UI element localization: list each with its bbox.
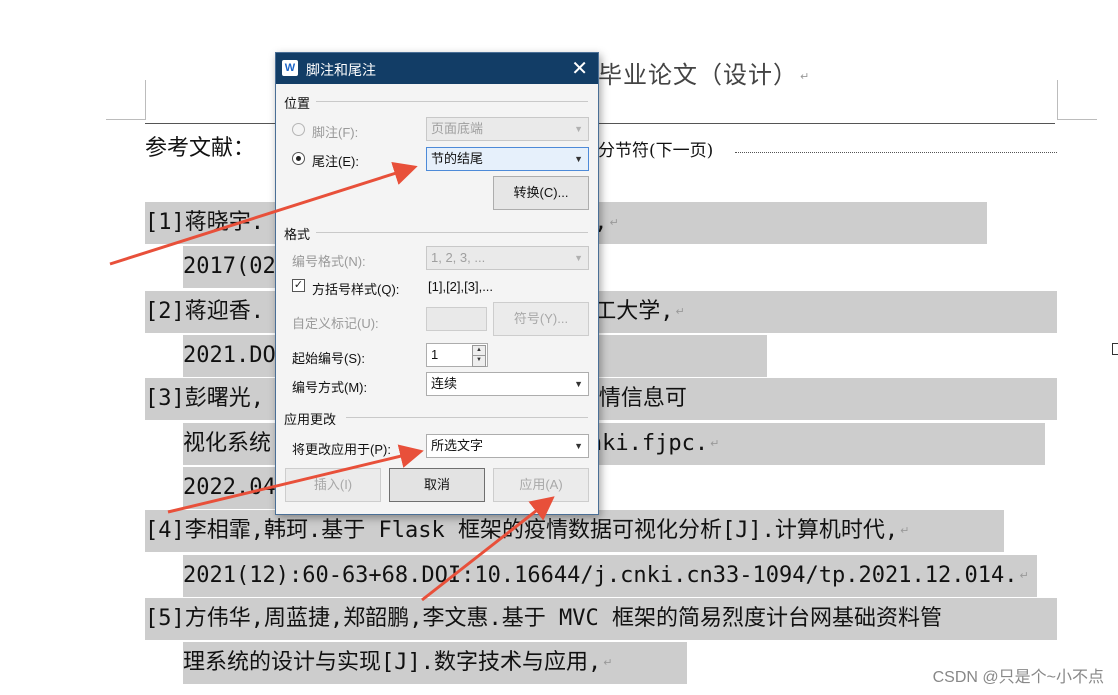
wps-writer-icon: W bbox=[282, 60, 298, 76]
number-format-label: 编号格式(N): bbox=[292, 254, 366, 269]
divider bbox=[316, 232, 588, 233]
bracket-style-checkbox[interactable]: ✓ bbox=[292, 279, 305, 292]
endnote-label: 尾注(E): bbox=[312, 154, 359, 169]
custom-mark-label: 自定义标记(U): bbox=[292, 316, 379, 331]
dialog-title: 脚注和尾注 bbox=[306, 62, 376, 78]
section-break-dots bbox=[735, 152, 1057, 153]
apply-group-label: 应用更改 bbox=[284, 412, 337, 427]
spinner-down-icon[interactable]: ▼ bbox=[472, 355, 486, 367]
insert-button[interactable]: 插入(I) bbox=[285, 468, 381, 502]
symbol-button[interactable]: 符号(Y)... bbox=[493, 302, 589, 336]
ref-line[interactable]: 理系统的设计与实现[J].数字技术与应用, ↵ bbox=[183, 642, 687, 684]
corner-mark-right bbox=[1057, 80, 1058, 120]
ref-line[interactable]: [5]方伟华,周蓝捷,郑韶鹏,李文惠.基于 MVC 框架的简易烈度计台网基础资料… bbox=[145, 598, 1057, 640]
number-format-select[interactable]: 1, 2, 3, ... ▼ bbox=[426, 246, 589, 270]
bracket-style-value: [1],[2],[3],... bbox=[428, 279, 494, 294]
corner-mark-left bbox=[145, 80, 146, 120]
divider bbox=[346, 417, 588, 418]
position-group-label: 位置 bbox=[284, 96, 311, 111]
references-heading: 参考文献： bbox=[145, 136, 256, 161]
cancel-button[interactable]: 取消 bbox=[389, 468, 485, 502]
watermark: CSDN @只是个~小不点 bbox=[932, 669, 1104, 686]
corner-mark-right-h bbox=[1057, 119, 1097, 120]
format-group-label: 格式 bbox=[284, 227, 311, 242]
ref-line[interactable]: [4]李相霏,韩珂.基于 Flask 框架的疫情数据可视化分析[J].计算机时代… bbox=[145, 510, 1004, 552]
ref-line[interactable]: 2022.04 bbox=[183, 467, 279, 509]
close-icon[interactable]: ✕ bbox=[571, 56, 588, 81]
start-number-spinner[interactable]: 1 ▲ ▼ bbox=[426, 343, 488, 367]
section-break-label: 分节符(下一页) bbox=[598, 141, 714, 161]
numbering-label: 编号方式(M): bbox=[292, 380, 368, 395]
numbering-select[interactable]: 连续 ▼ bbox=[426, 372, 589, 396]
footnote-position-select[interactable]: 页面底端 ▼ bbox=[426, 117, 589, 141]
ref-line[interactable]: 2021(12):60-63+68.DOI:10.16644/j.cnki.cn… bbox=[183, 555, 1037, 597]
footnote-endnote-dialog: W 脚注和尾注 ✕ 位置 脚注(F): 页面底端 ▼ 尾注(E): 节的结尾 ▼ 转… bbox=[275, 52, 599, 515]
ref-line[interactable]: 2017(02 bbox=[183, 246, 279, 288]
corner-mark-left-h bbox=[106, 119, 145, 120]
dialog-title-bar[interactable]: W 脚注和尾注 ✕ bbox=[276, 53, 598, 84]
apply-to-label: 将更改应用于(P): bbox=[292, 442, 391, 457]
custom-mark-input[interactable] bbox=[426, 307, 487, 331]
endnote-position-select[interactable]: 节的结尾 ▼ bbox=[426, 147, 589, 171]
start-number-label: 起始编号(S): bbox=[292, 351, 365, 366]
footnote-radio[interactable] bbox=[292, 123, 305, 136]
edge-marker bbox=[1112, 343, 1118, 355]
endnote-radio[interactable] bbox=[292, 152, 305, 165]
convert-button[interactable]: 转换(C)... bbox=[493, 176, 589, 210]
apply-to-select[interactable]: 所选文字 ▼ bbox=[426, 434, 589, 458]
footnote-label: 脚注(F): bbox=[312, 125, 359, 140]
bracket-style-label: 方括号样式(Q): bbox=[312, 282, 400, 297]
divider bbox=[316, 101, 588, 102]
thesis-title: 毕业论文（设计） ↵ bbox=[598, 61, 811, 89]
apply-button[interactable]: 应用(A) bbox=[493, 468, 589, 502]
